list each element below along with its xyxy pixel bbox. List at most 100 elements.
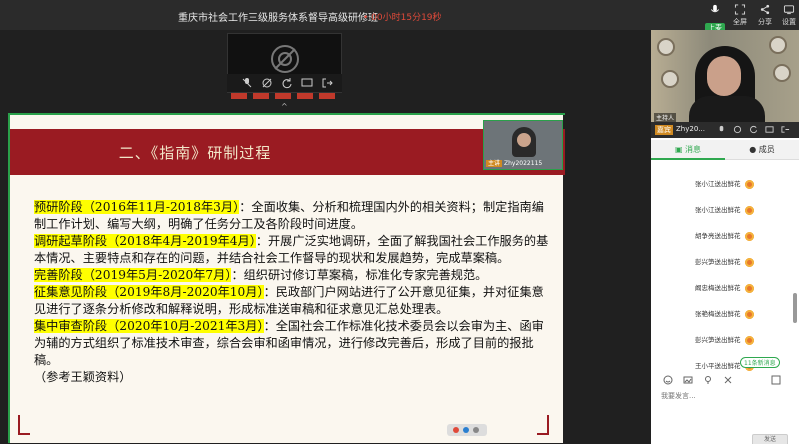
panel-tabs: ▣ 消息 ● 成员 — [651, 140, 799, 160]
mini-video-label: 主讲 Zhy2022115 — [486, 158, 542, 167]
mic-up-button[interactable]: 上麦 — [701, 4, 729, 33]
meeting-title: 重庆市社会工作三级服务体系督导高级研修班 — [178, 13, 378, 24]
camera-toggle-icon[interactable] — [261, 77, 273, 89]
flower-icon — [744, 335, 754, 345]
list-item: 张小江送出鲜花 — [695, 178, 754, 192]
host-face — [707, 56, 741, 96]
refresh-icon[interactable] — [749, 125, 758, 134]
flower-icon — [744, 257, 754, 267]
message-text: 张小江送出鲜花 — [695, 180, 741, 188]
message-text: 张艳梅送出鲜花 — [695, 310, 741, 318]
presenter-name: Zhy2022115 — [504, 160, 543, 167]
flower-icon — [744, 231, 754, 241]
host-video-label: 主持人 — [654, 113, 677, 122]
preview-toolbar — [227, 74, 342, 92]
flower-icon — [744, 205, 754, 215]
slide-paragraph: 调研起草阶段（2018年4月-2019年4月）：开展广泛实地调研，全面了解我国社… — [34, 233, 554, 267]
tab-members-label: 成员 — [758, 145, 775, 154]
control-dot[interactable] — [453, 427, 459, 433]
flower-icon — [744, 309, 754, 319]
phase-title: 调研起草阶段（2018年4月-2019年4月） — [34, 234, 256, 248]
preview-status-bars — [227, 93, 342, 99]
guest-tag: 嘉宾 — [655, 125, 673, 135]
refresh-icon[interactable] — [281, 77, 293, 89]
fullscreen-label: 全屏 — [733, 18, 747, 26]
settings-icon — [783, 5, 795, 15]
presenter-mini-video[interactable]: 主讲 Zhy2022115 — [483, 120, 563, 170]
screen-share-icon[interactable] — [765, 125, 774, 134]
host-tag: 主讲 — [486, 160, 503, 167]
tab-members[interactable]: ● 成员 — [725, 140, 799, 160]
wall-plate — [773, 64, 791, 82]
phase-title: 集中审查阶段（2020年10月-2021年3月） — [34, 319, 264, 333]
list-item: 张小江送出鲜花 — [695, 204, 754, 218]
list-item: 胡争亮送出鲜花 — [695, 230, 754, 244]
mic-off-icon[interactable] — [241, 77, 253, 89]
slide-heading: 二、《指南》研制过程 — [118, 144, 272, 162]
share-icon — [760, 4, 770, 15]
slide-corner-decoration — [537, 415, 549, 435]
slide-body: 预研阶段（2016年11月-2018年3月）：全面收集、分析和梳理国内外的相关资… — [34, 199, 554, 386]
exit-icon[interactable] — [321, 77, 333, 89]
message-text: 王小平送出鲜花 — [695, 362, 741, 370]
image-icon[interactable] — [683, 375, 693, 385]
slide-paragraph: 集中审查阶段（2020年10月-2021年3月）：全国社会工作标准化技术委员会以… — [34, 318, 554, 369]
message-text: 张小江送出鲜花 — [695, 206, 741, 214]
message-text: 阚忠梅送出鲜花 — [695, 284, 741, 292]
settings-button[interactable]: 设置 — [775, 4, 799, 28]
tab-messages-label: 消息 — [685, 145, 702, 154]
wall-plate — [661, 70, 679, 88]
camera-icon[interactable] — [733, 125, 742, 134]
message-input[interactable] — [661, 392, 781, 400]
list-item: 张艳梅送出鲜花 — [695, 308, 754, 322]
camera-off-icon — [271, 45, 299, 73]
flower-gift-icon[interactable] — [703, 375, 713, 385]
slide-corner-decoration — [18, 415, 30, 435]
right-panel: 主持人 嘉宾 Zhy20... ▣ 消息 ● 成员 张小江送出鲜花 张小江送出鲜… — [651, 30, 799, 444]
app-window: 重庆市社会工作三级服务体系督导高级研修班 • 00小时15分19秒 上麦 全屏 … — [0, 0, 799, 444]
presentation-slide: 二、《指南》研制过程 预研阶段（2016年11月-2018年3月）：全面收集、分… — [8, 113, 565, 443]
input-toolbar — [651, 372, 799, 388]
slide-page-control[interactable] — [447, 424, 487, 436]
send-button[interactable]: 发送 — [752, 434, 788, 444]
fullscreen-button[interactable]: 全屏 — [726, 4, 754, 28]
screen-share-icon[interactable] — [301, 77, 313, 89]
message-text: 彭兴笋送出鲜花 — [695, 258, 741, 266]
collapse-preview-button[interactable]: ^ — [281, 102, 288, 111]
tab-messages[interactable]: ▣ 消息 — [651, 140, 725, 160]
new-messages-badge[interactable]: 11条新消息 — [740, 357, 780, 368]
control-dot[interactable] — [473, 427, 479, 433]
flower-icon — [744, 283, 754, 293]
members-icon: ● — [749, 145, 757, 154]
phase-title: 征集意见阶段（2019年8月-2020年10月） — [34, 285, 264, 299]
wall-plate — [769, 36, 787, 54]
list-item: 彭兴笋送出鲜花 — [695, 334, 754, 348]
mic-icon — [710, 4, 720, 13]
slide-paragraph: 完善阶段（2019年5月-2020年7月）：组织研讨修订草案稿，标准化专家完善规… — [34, 267, 554, 284]
top-bar: 重庆市社会工作三级服务体系督导高级研修班 • 00小时15分19秒 上麦 全屏 … — [0, 0, 799, 33]
presenter-face — [517, 133, 531, 147]
host-video[interactable]: 主持人 — [651, 30, 799, 122]
fullscreen-icon — [734, 4, 746, 15]
message-scrollbar[interactable] — [793, 293, 797, 323]
host-body — [689, 96, 765, 122]
chat-icon: ▣ — [674, 145, 683, 154]
message-list[interactable]: 张小江送出鲜花 张小江送出鲜花 胡争亮送出鲜花 彭兴笋送出鲜花 阚忠梅送出鲜花 … — [651, 160, 791, 371]
meeting-timer: • 00小时15分19秒 — [363, 13, 442, 23]
slide-paragraph: 征集意见阶段（2019年8月-2020年10月）：民政部门户网站进行了公开意见征… — [34, 284, 554, 318]
expand-icon[interactable] — [771, 375, 781, 385]
clear-icon[interactable] — [723, 375, 733, 385]
flower-icon — [744, 179, 754, 189]
slide-paragraph: 预研阶段（2016年11月-2018年3月）：全面收集、分析和梳理国内外的相关资… — [34, 199, 554, 233]
message-text: 彭兴笋送出鲜花 — [695, 336, 741, 344]
exit-icon[interactable] — [781, 125, 790, 134]
wall-plate — [657, 38, 675, 56]
list-item: 阚忠梅送出鲜花 — [695, 282, 754, 296]
settings-label: 设置 — [782, 18, 796, 26]
phase-title: 完善阶段（2019年5月-2020年7月） — [34, 268, 232, 282]
host-username: Zhy20... — [676, 125, 705, 133]
mic-icon[interactable] — [717, 125, 726, 134]
emoji-icon[interactable] — [663, 375, 673, 385]
control-dot[interactable] — [463, 427, 469, 433]
phase-title: 预研阶段（2016年11月-2018年3月） — [34, 200, 240, 214]
